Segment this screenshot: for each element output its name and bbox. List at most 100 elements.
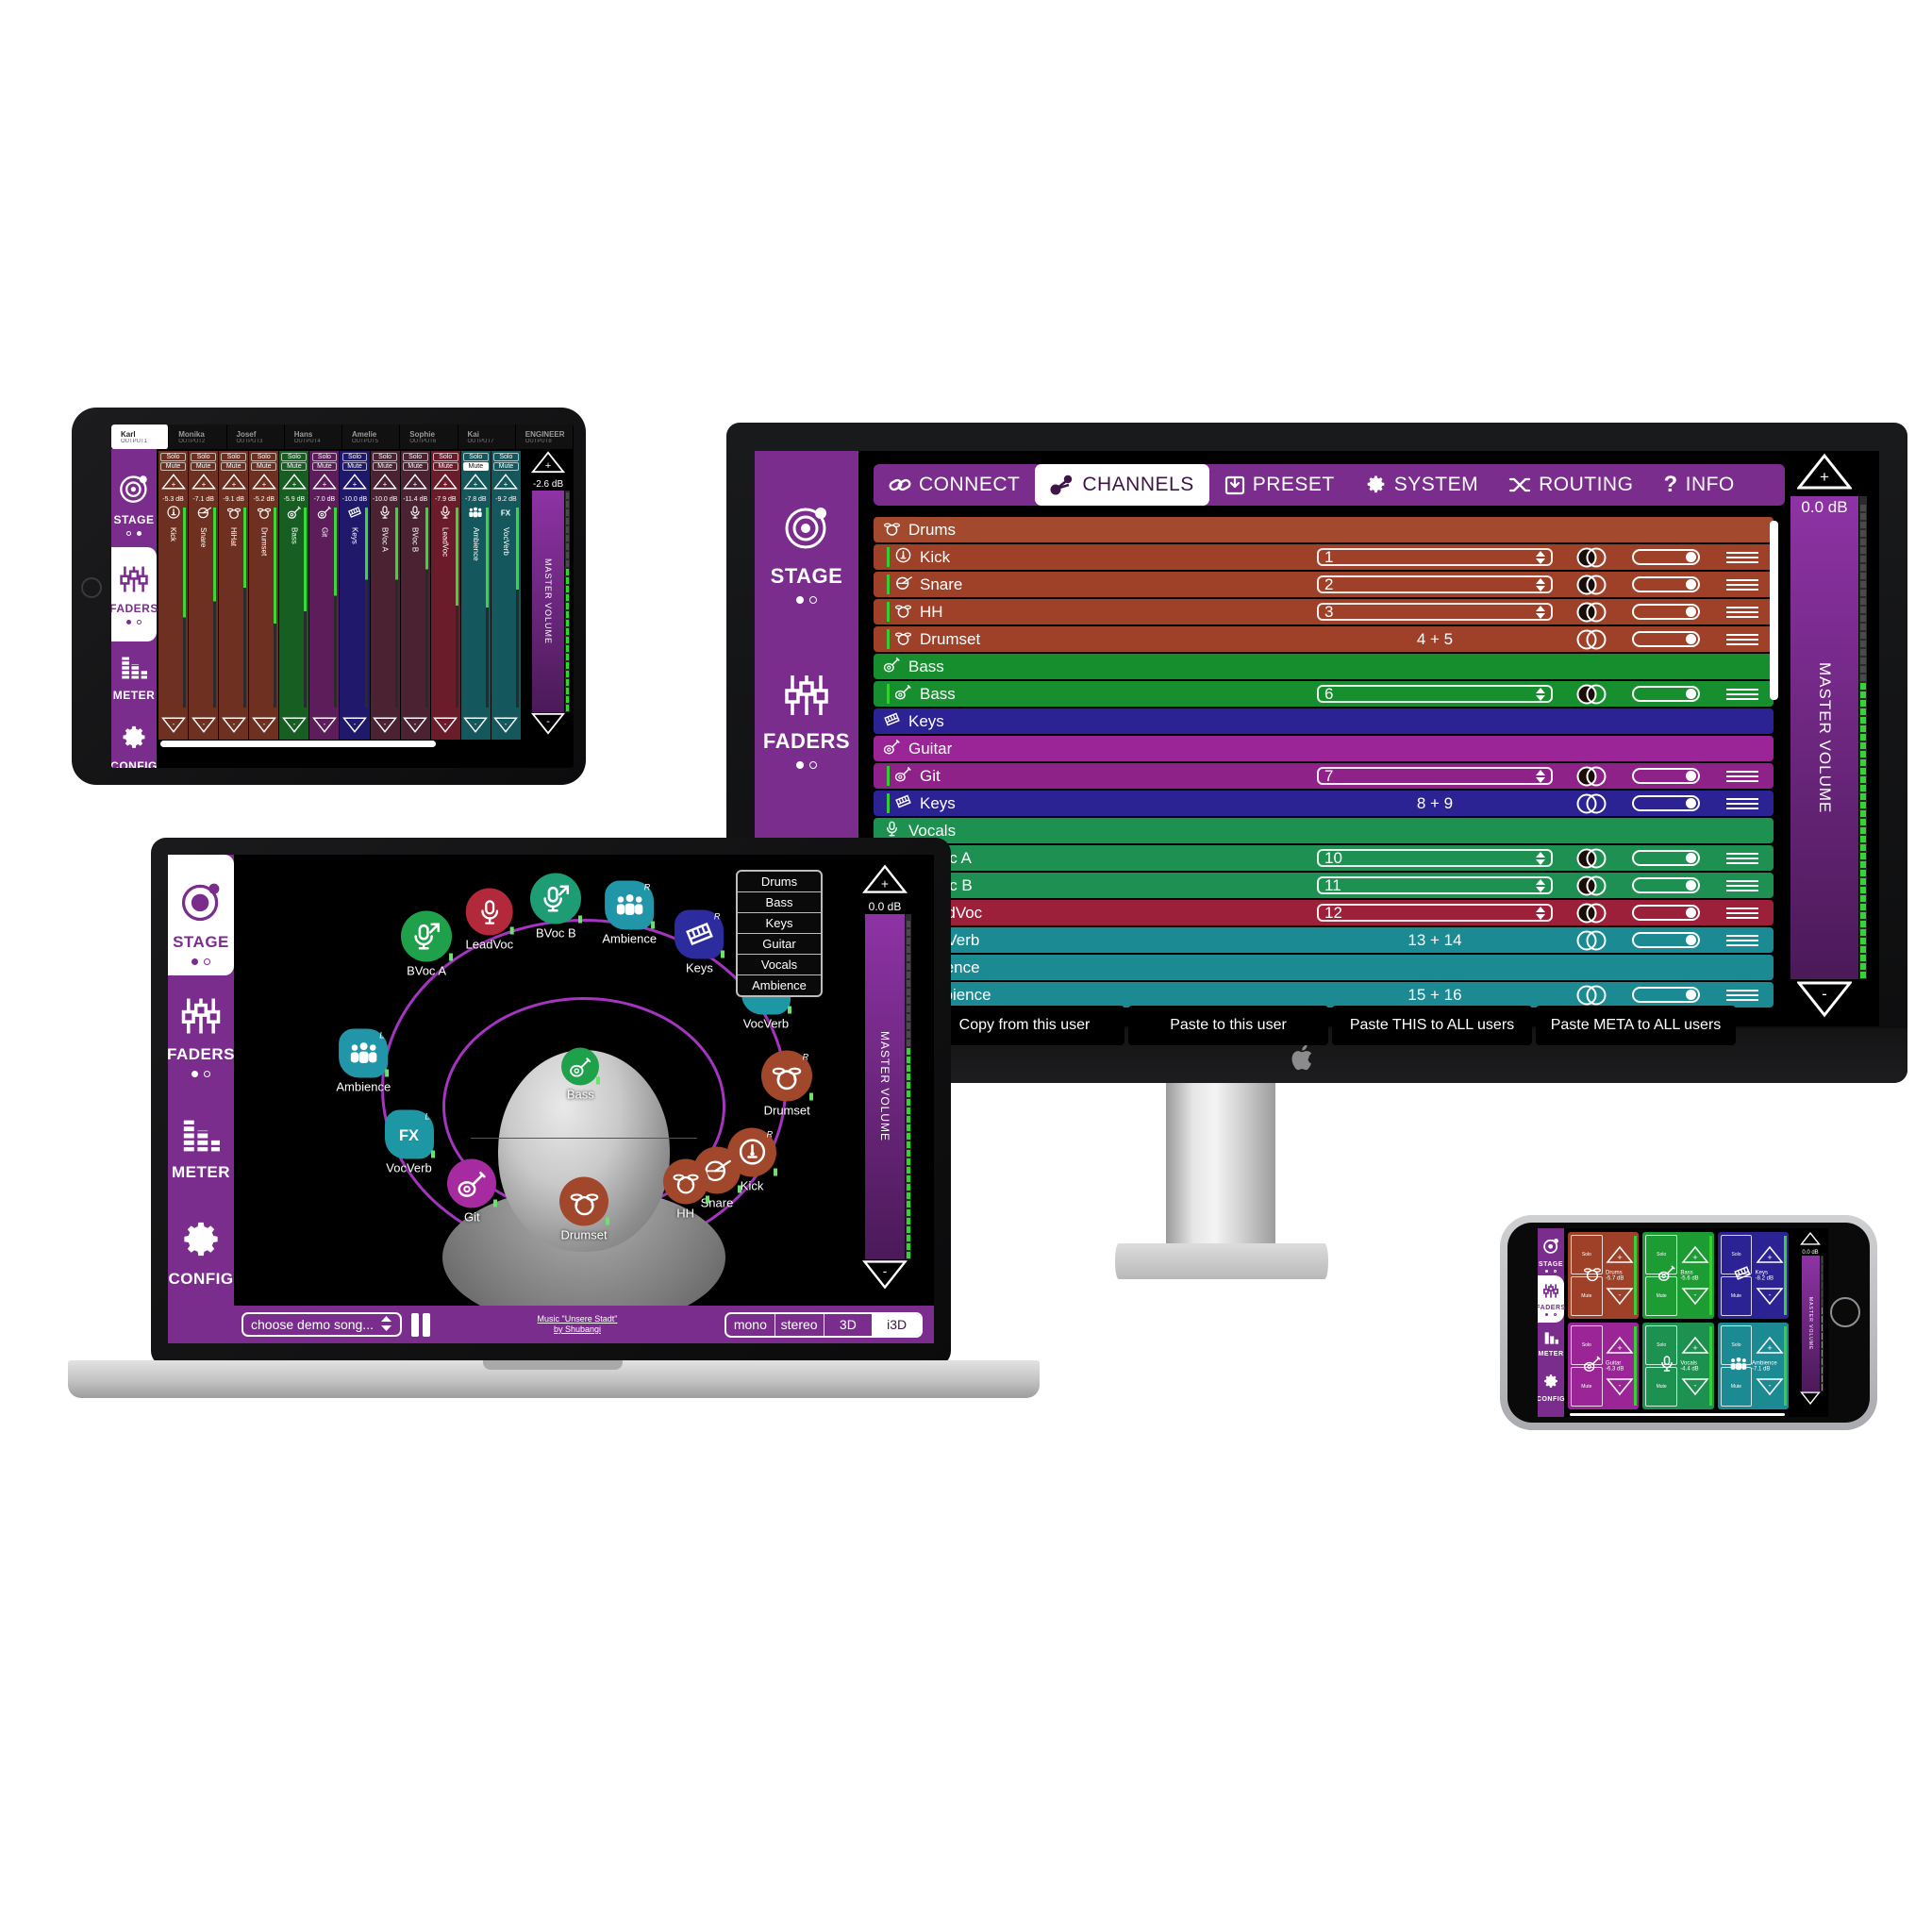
solo-button[interactable]: Solo xyxy=(1571,1325,1603,1365)
channel-row[interactable]: FXVocVerb13 + 14 xyxy=(874,927,1774,953)
master-minus-button[interactable]: - xyxy=(1795,980,1854,1023)
channel-group-row[interactable]: Drums xyxy=(874,517,1774,542)
master-minus-button[interactable]: - xyxy=(861,1259,908,1294)
page-dots[interactable] xyxy=(1545,1312,1557,1316)
stage-node-bubble[interactable] xyxy=(530,873,583,924)
stage-node-bubble[interactable]: R xyxy=(761,1050,814,1102)
mute-button[interactable]: Mute xyxy=(1720,1367,1753,1407)
solo-button[interactable]: Solo xyxy=(1720,1325,1753,1365)
stage-node[interactable]: BVoc B xyxy=(530,873,583,940)
channel-row[interactable]: Keys 8 + 9 xyxy=(874,791,1774,816)
pan-stereo-indicator[interactable] xyxy=(1574,574,1611,596)
phone-channel-tile[interactable]: Solo + Mute - Vocals -4.4 dB xyxy=(1642,1323,1714,1409)
page-dots[interactable] xyxy=(192,1070,210,1077)
mute-button[interactable]: Mute xyxy=(432,462,458,471)
stage-node[interactable]: R Drumset xyxy=(761,1050,814,1117)
plus-button[interactable]: + xyxy=(1679,1235,1711,1274)
mute-button[interactable]: Mute xyxy=(1645,1276,1677,1316)
solo-mute-group[interactable]: Solo Mute xyxy=(191,453,216,471)
laptop-mode-segments[interactable]: mono stereo 3D i3D xyxy=(724,1311,923,1338)
stage-node[interactable]: R Keys xyxy=(675,909,725,974)
sidebar-item-faders[interactable]: FADERS xyxy=(755,630,858,809)
page-dots[interactable] xyxy=(126,620,142,625)
fader-plus-button[interactable]: + xyxy=(463,474,489,494)
plus-button[interactable]: + xyxy=(1754,1325,1786,1365)
solo-mute-group[interactable]: Solo Mute xyxy=(493,453,519,471)
sidebar-item-faders[interactable]: FADERS xyxy=(1538,1275,1565,1323)
solo-button[interactable]: Solo xyxy=(191,453,216,461)
stepper-arrows[interactable] xyxy=(1536,906,1545,920)
stage-node[interactable]: R Ambience xyxy=(602,880,657,945)
group-list-item[interactable]: Keys xyxy=(738,913,821,934)
minus-button[interactable]: - xyxy=(1679,1276,1711,1316)
solo-mute-group[interactable]: Solo Mute xyxy=(160,453,186,471)
tab-channels[interactable]: CHANNELS xyxy=(1035,464,1209,506)
stage-node[interactable]: HH xyxy=(662,1158,709,1220)
channel-group-row[interactable]: Ambience xyxy=(874,955,1774,980)
channel-row[interactable]: Ambience 15 + 16 xyxy=(874,982,1774,1008)
fader-plus-button[interactable]: + xyxy=(281,474,307,494)
channel-enable-toggle[interactable] xyxy=(1632,604,1700,620)
channel-enable-toggle[interactable] xyxy=(1632,877,1700,893)
tab-routing[interactable]: ROUTING xyxy=(1493,464,1648,506)
master-volume-track[interactable]: MASTER VOLUME xyxy=(532,491,570,712)
demo-song-select[interactable]: choose demo song... xyxy=(242,1312,402,1337)
solo-button[interactable]: Solo xyxy=(402,453,428,461)
channel-row[interactable]: Bass 6 xyxy=(874,681,1774,707)
phone-channel-tile[interactable]: Solo + Mute - Ambience -7.1 dB xyxy=(1717,1323,1789,1409)
channel-row[interactable]: BVoc A10 xyxy=(874,845,1774,871)
pause-button[interactable] xyxy=(411,1312,430,1337)
channel-input-stepper[interactable]: 2 xyxy=(1317,575,1553,593)
fader-plus-button[interactable]: + xyxy=(433,474,458,494)
monitor-master-volume[interactable]: + 0.0 dB MASTER VOLUME - xyxy=(1790,453,1867,1023)
master-volume-track[interactable]: 0.0 dB MASTER VOLUME xyxy=(1790,496,1867,979)
sidebar-item-stage[interactable]: STAGE xyxy=(1538,1228,1564,1275)
channel-row[interactable]: Snare 2 xyxy=(874,572,1774,597)
stepper-arrows[interactable] xyxy=(1536,769,1545,783)
stage-node-bubble[interactable]: R xyxy=(605,880,656,930)
channel-input-stepper[interactable]: 1 xyxy=(1317,548,1553,566)
plus-button[interactable]: + xyxy=(1605,1235,1637,1274)
fader-strip[interactable]: Solo Mute + -9.1 dB HiHat - xyxy=(219,451,249,740)
fader-plus-button[interactable]: + xyxy=(160,474,186,494)
mute-button[interactable]: Mute xyxy=(1645,1367,1677,1407)
tab-preset[interactable]: PRESET xyxy=(1209,464,1350,506)
channel-enable-toggle[interactable] xyxy=(1632,768,1700,784)
master-volume-track[interactable]: MASTER VOLUME xyxy=(1801,1256,1824,1391)
laptop-master-volume[interactable]: + 0.0 dB MASTER VOLUME - xyxy=(858,864,911,1294)
channel-input-stepper[interactable]: 3 xyxy=(1317,603,1553,621)
minus-button[interactable]: - xyxy=(1754,1367,1786,1407)
pan-stereo-indicator[interactable] xyxy=(1574,847,1611,870)
minus-button[interactable]: - xyxy=(1754,1276,1786,1316)
stage-node-bubble[interactable] xyxy=(561,1047,601,1086)
stage-view[interactable]: BVoc A LeadVoc BVoc B R Ambience R Keys FX R VocV… xyxy=(234,855,934,1329)
page-dots[interactable] xyxy=(796,595,817,604)
fader-plus-button[interactable]: + xyxy=(251,474,276,494)
solo-button[interactable]: Solo xyxy=(251,453,277,461)
phone-channel-tile[interactable]: Solo + Mute - Bass -5.6 dB xyxy=(1642,1232,1714,1319)
drag-handle-icon[interactable] xyxy=(1726,606,1758,618)
master-plus-button[interactable]: + xyxy=(861,864,908,899)
user-chip[interactable]: Josef OUTPUT3 xyxy=(227,425,285,449)
drag-handle-icon[interactable] xyxy=(1726,879,1758,891)
master-volume-track[interactable]: MASTER VOLUME xyxy=(865,914,911,1259)
stage-node[interactable]: FX L VocVerb xyxy=(384,1109,435,1174)
solo-mute-group[interactable]: Solo Mute xyxy=(341,453,368,471)
stage-node-bubble[interactable]: FX L xyxy=(384,1109,435,1159)
master-plus-button[interactable] xyxy=(1800,1231,1821,1250)
vertical-scrollbar[interactable] xyxy=(1770,521,1778,700)
plus-button[interactable]: + xyxy=(1605,1325,1637,1365)
horizontal-scrollbar[interactable] xyxy=(160,741,436,747)
stage-node[interactable]: LeadVoc xyxy=(466,888,514,952)
drag-handle-icon[interactable] xyxy=(1726,934,1758,946)
channel-group-row[interactable]: Vocals xyxy=(874,818,1774,843)
mode-i3d-button[interactable]: i3D xyxy=(873,1313,921,1336)
channel-input-stepper[interactable]: 10 xyxy=(1317,849,1553,867)
master-plus-button[interactable]: + xyxy=(1795,453,1854,495)
stage-node-bubble[interactable]: L xyxy=(339,1028,390,1078)
channel-group-row[interactable]: Keys xyxy=(874,708,1774,734)
user-chip[interactable]: Kai OUTPUT7 xyxy=(458,425,516,449)
stage-node-bubble[interactable] xyxy=(401,910,454,962)
fader-plus-button[interactable]: + xyxy=(191,474,216,494)
stage-nodes[interactable]: BVoc A LeadVoc BVoc B R Ambience R Keys FX R VocV… xyxy=(234,855,934,1304)
